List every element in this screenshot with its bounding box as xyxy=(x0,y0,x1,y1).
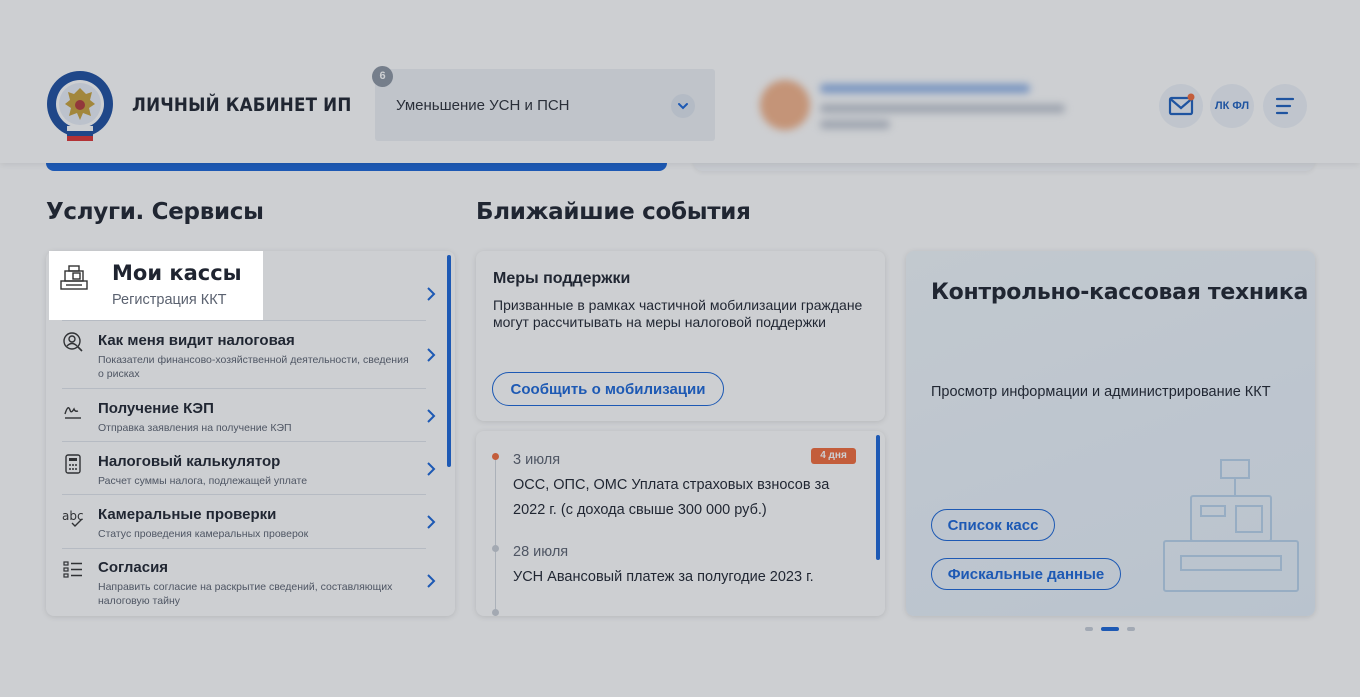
days-left-badge: 4 дня xyxy=(811,448,856,464)
support-text: Призванные в рамках частичной мобилизаци… xyxy=(493,297,863,330)
calculator-icon xyxy=(65,454,81,474)
kkt-title: Контрольно-кассовая техника xyxy=(931,280,1309,305)
carousel-dot[interactable] xyxy=(1127,627,1135,631)
chevron-right-icon xyxy=(427,287,436,301)
user-profile-blurred[interactable] xyxy=(760,76,1080,136)
fiscal-data-button[interactable]: Фискальные данные xyxy=(931,558,1121,590)
service-title: Камеральные проверки xyxy=(98,506,277,523)
highlight-subtitle: Регистрация ККТ xyxy=(112,292,227,308)
mode-count-badge: 6 xyxy=(372,66,393,87)
support-measures-card: Меры поддержки Призванные в рамках части… xyxy=(476,251,885,421)
cash-register-icon xyxy=(60,265,88,290)
event-date: 3 июля xyxy=(513,452,561,468)
top-header: ЛИЧНЫЙ КАБИНЕТ ИП 6 Уменьшение УСН и ПСН… xyxy=(0,0,1360,163)
timeline-dot xyxy=(492,545,499,552)
event-text[interactable]: УСН Авансовый платеж за полугодие 2023 г… xyxy=(513,565,848,590)
highlight-title: Мои кассы xyxy=(112,261,242,285)
hamburger-menu-icon xyxy=(1275,97,1295,115)
timeline-dot xyxy=(492,609,499,616)
service-title: Получение КЭП xyxy=(98,400,214,417)
fns-emblem-logo[interactable] xyxy=(45,70,115,142)
chevron-down-icon[interactable] xyxy=(671,94,695,118)
spellcheck-icon: abc xyxy=(62,509,84,527)
kkt-list-button[interactable]: Список касс xyxy=(931,509,1055,541)
person-search-icon xyxy=(63,332,83,352)
services-heading: Услуги. Сервисы xyxy=(46,199,264,225)
checklist-icon xyxy=(63,561,82,578)
timeline-line xyxy=(495,456,496,616)
menu-button[interactable] xyxy=(1263,84,1307,128)
list-item[interactable]: Как меня видит налоговая Показатели фина… xyxy=(62,331,436,386)
service-title: Налоговый калькулятор xyxy=(98,453,281,470)
chevron-right-icon xyxy=(427,348,436,362)
highlight-my-kkt[interactable]: Мои кассы Регистрация ККТ xyxy=(49,251,263,320)
service-subtitle: Статус проведения камеральных проверок xyxy=(98,528,309,540)
events-heading: Ближайшие события xyxy=(476,199,751,225)
timeline-dot xyxy=(492,453,499,460)
services-scrollbar[interactable] xyxy=(447,255,451,467)
cabinet-title: ЛИЧНЫЙ КАБИНЕТ ИП xyxy=(132,94,352,116)
carousel-dot-active[interactable] xyxy=(1101,627,1119,631)
chevron-right-icon xyxy=(427,462,436,476)
kkt-description: Просмотр информации и администрирование … xyxy=(931,384,1271,400)
kkt-promo-card: Контрольно-кассовая техника Просмотр инф… xyxy=(906,251,1315,616)
list-item[interactable]: abc Камеральные проверки Статус проведен… xyxy=(62,506,436,546)
carousel-dot[interactable] xyxy=(1085,627,1093,631)
personal-cabinet-fl-button[interactable]: ЛК ФЛ xyxy=(1210,84,1254,128)
lkfl-label: ЛК ФЛ xyxy=(1214,100,1250,112)
tax-mode-select[interactable]: Уменьшение УСН и ПСН xyxy=(375,69,715,141)
avatar xyxy=(760,80,810,130)
list-item[interactable]: Налоговый калькулятор Расчет суммы налог… xyxy=(62,453,436,493)
service-title: Как меня видит налоговая xyxy=(98,332,295,349)
signature-icon xyxy=(64,407,81,419)
service-subtitle: Отправка заявления на получение КЭП xyxy=(98,422,292,434)
messages-button[interactable] xyxy=(1159,84,1203,128)
list-item[interactable]: Получение КЭП Отправка заявления на полу… xyxy=(62,400,436,440)
chevron-right-icon xyxy=(427,515,436,529)
events-timeline-card: 3 июля 4 дня ОСС, ОПС, ОМС Уплата страхо… xyxy=(476,431,885,616)
service-title: Согласия xyxy=(98,559,169,576)
tax-mode-select-value: Уменьшение УСН и ПСН xyxy=(396,97,570,114)
cash-register-icon xyxy=(1163,459,1299,592)
report-mobilization-button[interactable]: Сообщить о мобилизации xyxy=(492,372,724,406)
chevron-right-icon xyxy=(427,409,436,423)
service-subtitle: Расчет суммы налога, подлежащей уплате xyxy=(98,475,308,487)
chevron-right-icon xyxy=(427,574,436,588)
mail-icon xyxy=(1168,93,1195,116)
support-title: Меры поддержки xyxy=(493,270,631,287)
event-text[interactable]: ОСС, ОПС, ОМС Уплата страховых взносов з… xyxy=(513,473,848,523)
events-scrollbar[interactable] xyxy=(876,435,880,560)
event-date: 28 июля xyxy=(513,544,569,560)
list-item[interactable]: Согласия Направить согласие на раскрытие… xyxy=(62,559,436,614)
service-subtitle: Направить согласие на раскрытие сведений… xyxy=(98,581,393,607)
service-subtitle: Показатели финансово-хозяйственной деяте… xyxy=(98,354,409,380)
